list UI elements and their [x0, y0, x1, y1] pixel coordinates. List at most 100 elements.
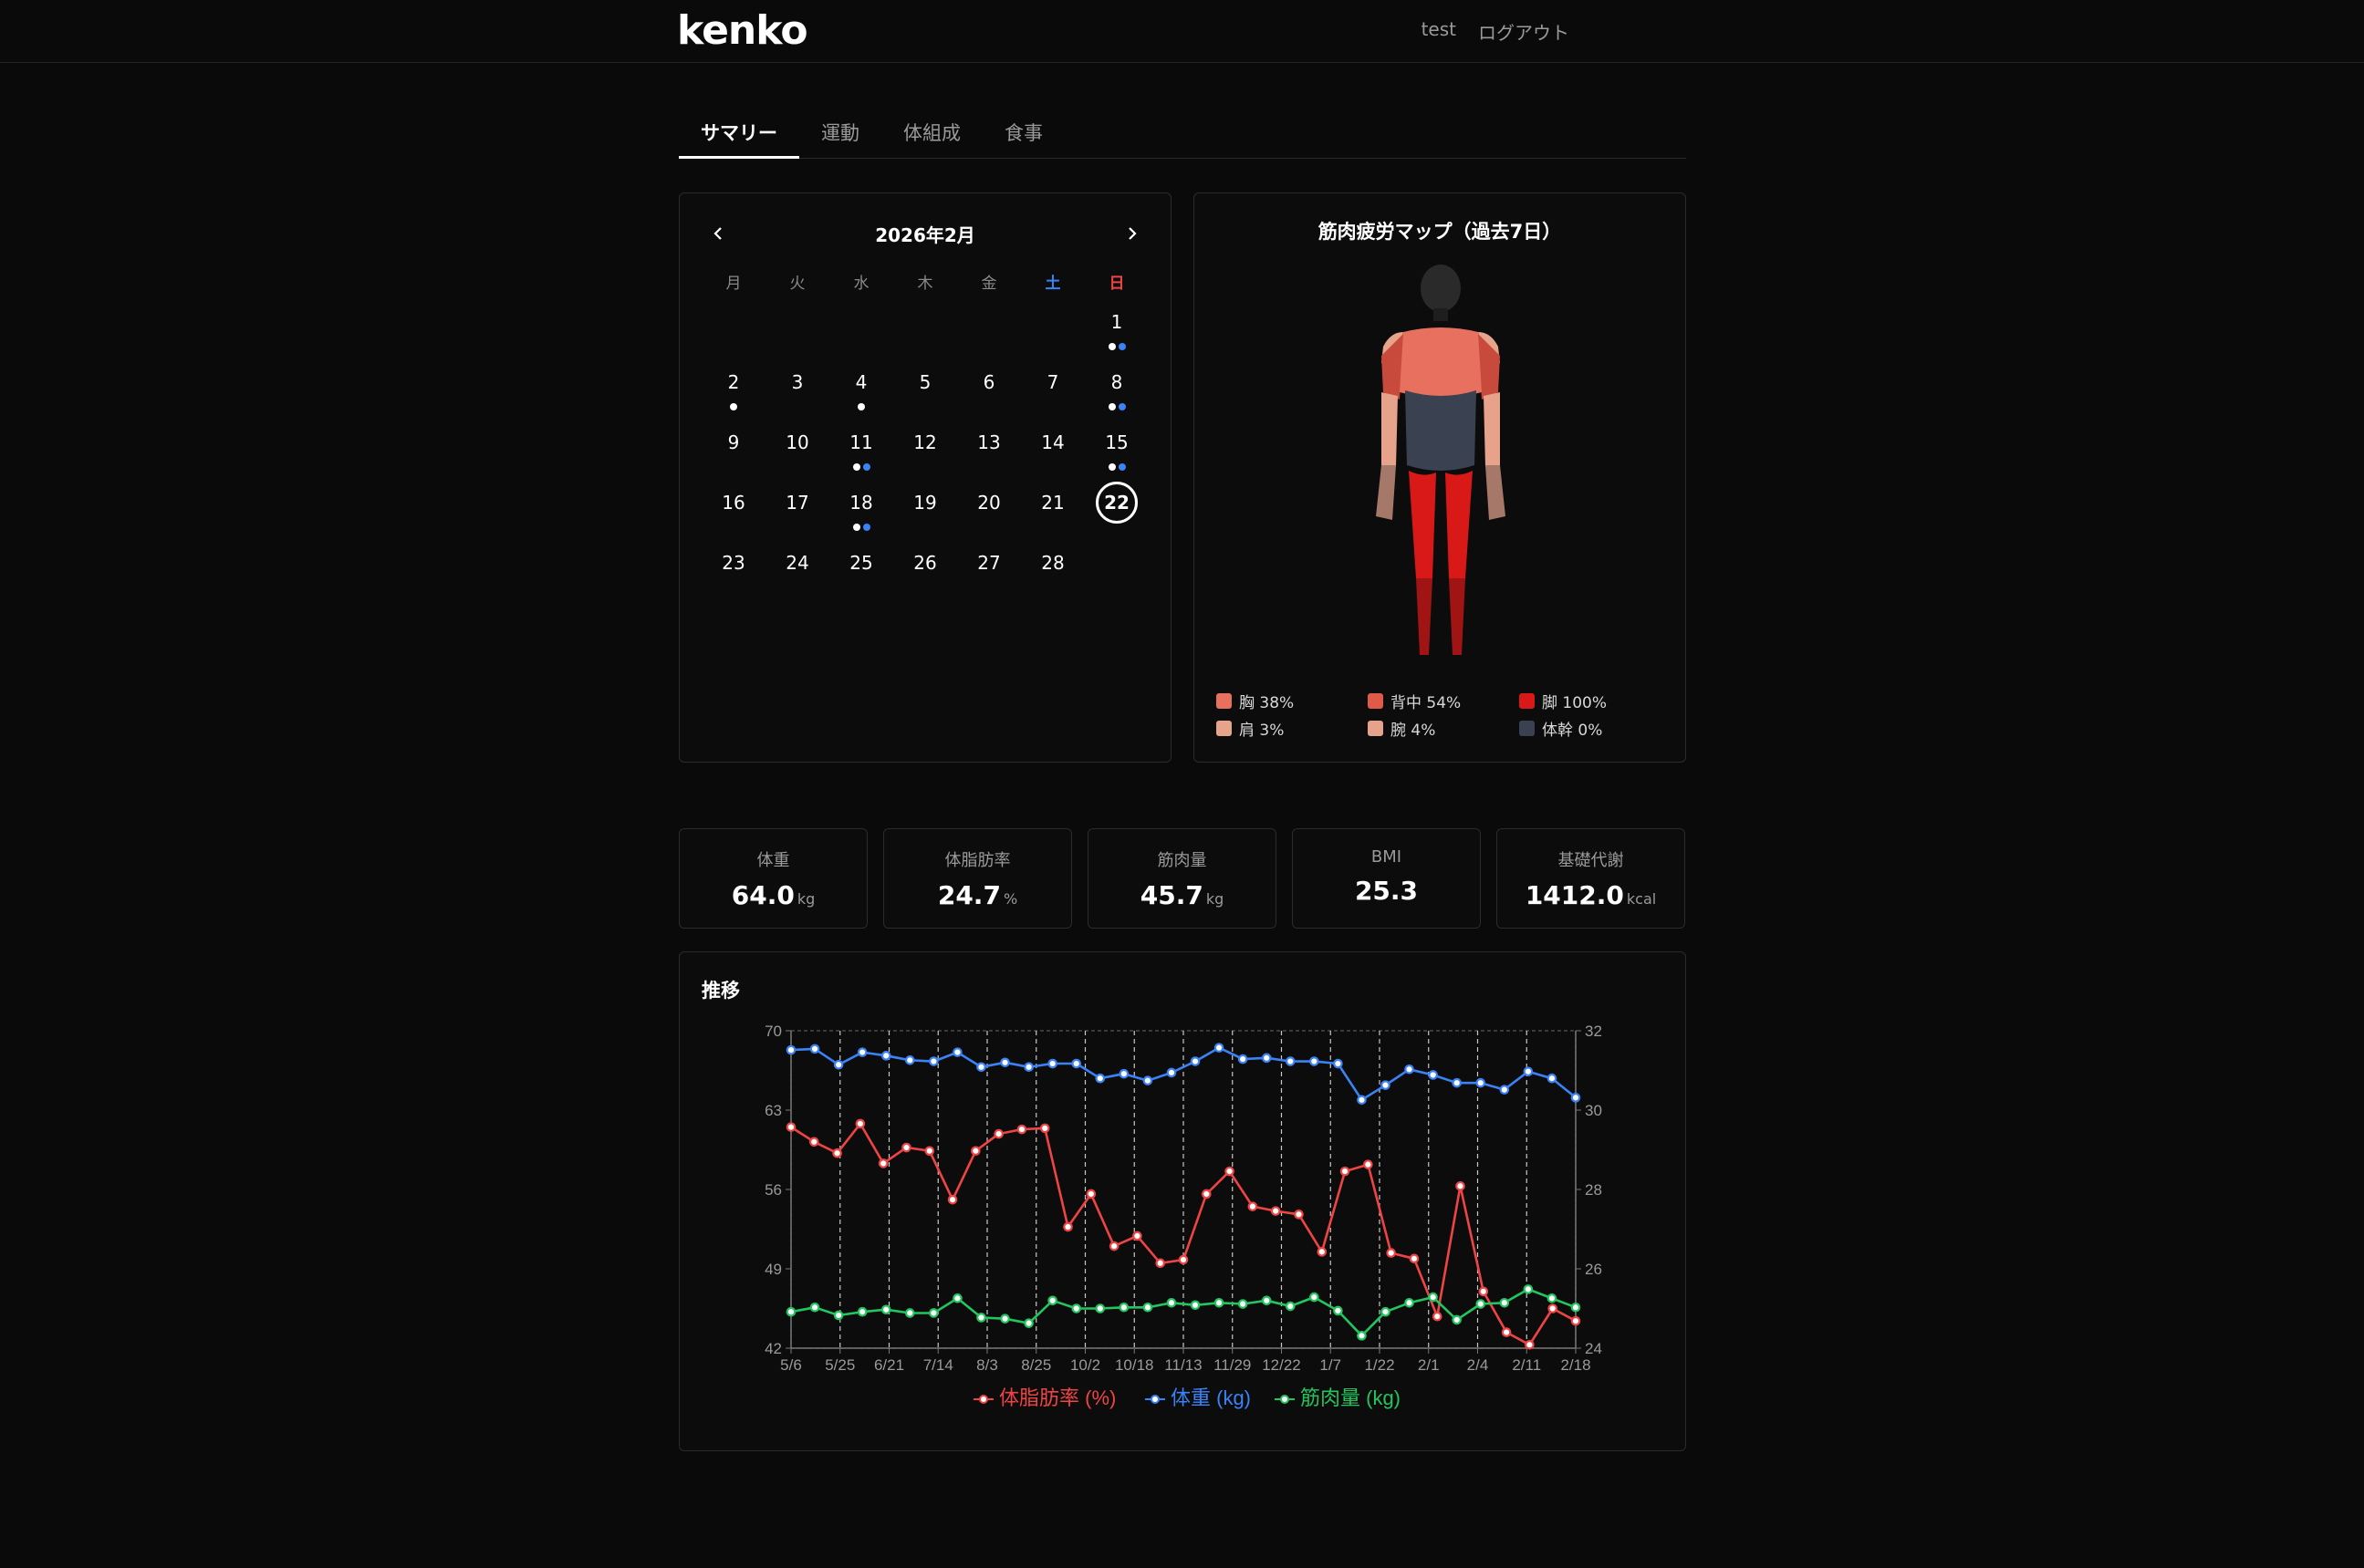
calendar-day-number: 14	[1041, 431, 1065, 453]
legend-label: 胸 38%	[1239, 693, 1295, 712]
muscle-legend-item: 胸 38%	[1216, 691, 1368, 712]
y-right-tick-label: 30	[1585, 1102, 1602, 1119]
muscle-series-point	[1047, 1295, 1057, 1306]
calendar-day[interactable]: 26	[893, 542, 957, 602]
weight-series-point	[929, 1056, 939, 1066]
muscle-series-point	[1523, 1284, 1534, 1294]
x-tick-label: 1/22	[1364, 1356, 1394, 1374]
tab-exercise[interactable]: 運動	[799, 102, 881, 159]
muscle-series-point	[1309, 1292, 1319, 1303]
calendar-day[interactable]: 10	[765, 421, 829, 482]
legend-swatch	[1368, 692, 1383, 709]
app-logo[interactable]: kenko	[677, 7, 808, 54]
calendar-card: 2026年2月 月火水木金土日 1 2 3 4 5 6 7 8 9 10 11 12 13 14 15 16 17…	[679, 192, 1172, 763]
calendar-day[interactable]: 20	[957, 482, 1021, 542]
tab-body-composition[interactable]: 体組成	[881, 102, 983, 159]
weight-series-point	[1452, 1077, 1462, 1088]
chevron-right-icon	[1129, 227, 1137, 240]
legend-label: 体重 (kg)	[1171, 1386, 1251, 1409]
username[interactable]: test	[1422, 18, 1456, 45]
calendar-day[interactable]: 1	[1085, 301, 1149, 361]
calendar-day-number: 4	[855, 371, 868, 393]
y-right-tick-label: 26	[1585, 1261, 1602, 1278]
weight-series-point	[880, 1051, 891, 1061]
calendar-day[interactable]: 9	[702, 421, 765, 482]
calendar-day[interactable]: 19	[893, 482, 957, 542]
body-upper-arm-right	[1484, 392, 1500, 467]
weight-series-point	[1546, 1073, 1557, 1084]
calendar-day-today[interactable]: 22	[1085, 482, 1149, 542]
legend-point-marker	[1151, 1395, 1160, 1404]
calendar-day-number: 11	[849, 431, 873, 453]
x-tick-label: 12/22	[1262, 1356, 1301, 1374]
next-month-button[interactable]	[1116, 217, 1149, 250]
activity-dots	[829, 403, 893, 410]
calendar-day[interactable]: 14	[1021, 421, 1085, 482]
calendar-day[interactable]: 17	[765, 482, 829, 542]
body-fat-series-point	[971, 1146, 981, 1157]
y-right-tick-label: 24	[1585, 1340, 1602, 1357]
trend-chart: 5/6 5/25 6/21 7/14 8/3 8/25 10/2 10/18 11/13 11/2…	[765, 1023, 1602, 1409]
top-bar: kenko test ログアウト	[0, 0, 2364, 63]
calendar-day[interactable]: 27	[957, 542, 1021, 602]
calendar-day[interactable]: 23	[702, 542, 765, 602]
weekday-header: 水	[853, 275, 870, 293]
calendar-day[interactable]: 11	[829, 421, 893, 482]
muscle-series-point	[833, 1310, 844, 1321]
body-log-dot	[1118, 403, 1126, 410]
calendar-day[interactable]: 25	[829, 542, 893, 602]
calendar-day[interactable]: 13	[957, 421, 1021, 482]
body-fat-series-point	[1086, 1189, 1097, 1199]
calendar-day-number: 3	[791, 371, 804, 393]
body-fat-series-point	[855, 1118, 866, 1129]
body-fat-series-point	[1016, 1124, 1027, 1135]
calendar-day[interactable]: 8	[1085, 361, 1149, 421]
calendar-day[interactable]: 15	[1085, 421, 1149, 482]
x-tick-label: 5/6	[780, 1356, 802, 1374]
calendar-day[interactable]: 28	[1021, 542, 1085, 602]
tab-summary[interactable]: サマリー	[679, 102, 799, 159]
weight-series-point	[786, 1044, 797, 1055]
calendar-day[interactable]: 6	[957, 361, 1021, 421]
stat-card-bmr: 基礎代謝 1412.0 kcal	[1496, 828, 1685, 929]
calendar-day-number: 20	[977, 492, 1001, 514]
weight-series-point	[1237, 1054, 1248, 1064]
stat-label: 筋肉量	[1157, 851, 1207, 870]
tab-meals[interactable]: 食事	[983, 102, 1065, 159]
calendar-day[interactable]: 3	[765, 361, 829, 421]
calendar-day[interactable]: 7	[1021, 361, 1085, 421]
muscle-series-point	[1071, 1303, 1082, 1314]
calendar-day[interactable]: 21	[1021, 482, 1085, 542]
activity-dots	[829, 463, 893, 471]
body-fat-series-point	[808, 1137, 819, 1147]
calendar-blank-cell	[765, 301, 829, 361]
calendar-day[interactable]: 12	[893, 421, 957, 482]
logout-link[interactable]: ログアウト	[1478, 18, 1569, 45]
weekday-header: 火	[789, 275, 806, 293]
muscle-series-point	[786, 1306, 797, 1317]
x-tick-label: 8/3	[976, 1356, 998, 1374]
x-tick-label: 1/7	[1319, 1356, 1341, 1374]
calendar-day[interactable]: 4	[829, 361, 893, 421]
muscle-series-point	[1546, 1293, 1557, 1303]
muscle-series-point	[1452, 1314, 1462, 1325]
weight-series-point	[1166, 1067, 1177, 1078]
calendar-day[interactable]: 16	[702, 482, 765, 542]
calendar-day[interactable]: 5	[893, 361, 957, 421]
body-fat-series-point	[924, 1146, 935, 1157]
muscle-series-point	[929, 1308, 939, 1318]
weight-series-point	[1213, 1043, 1224, 1053]
x-tick-label: 10/2	[1070, 1356, 1100, 1374]
muscle-series-point	[1333, 1305, 1343, 1316]
calendar-day-number: 13	[977, 431, 1001, 453]
muscle-series-point	[905, 1308, 915, 1318]
muscle-series-point	[1166, 1297, 1177, 1308]
weight-series-point	[953, 1047, 963, 1057]
calendar-day[interactable]: 24	[765, 542, 829, 602]
body-fat-series-point	[1525, 1339, 1535, 1350]
calendar-day[interactable]: 18	[829, 482, 893, 542]
calendar-day[interactable]: 2	[702, 361, 765, 421]
body-head	[1421, 265, 1461, 312]
muscle-legend-item: 体幹 0%	[1519, 719, 1671, 740]
weight-series-point	[1261, 1053, 1272, 1064]
